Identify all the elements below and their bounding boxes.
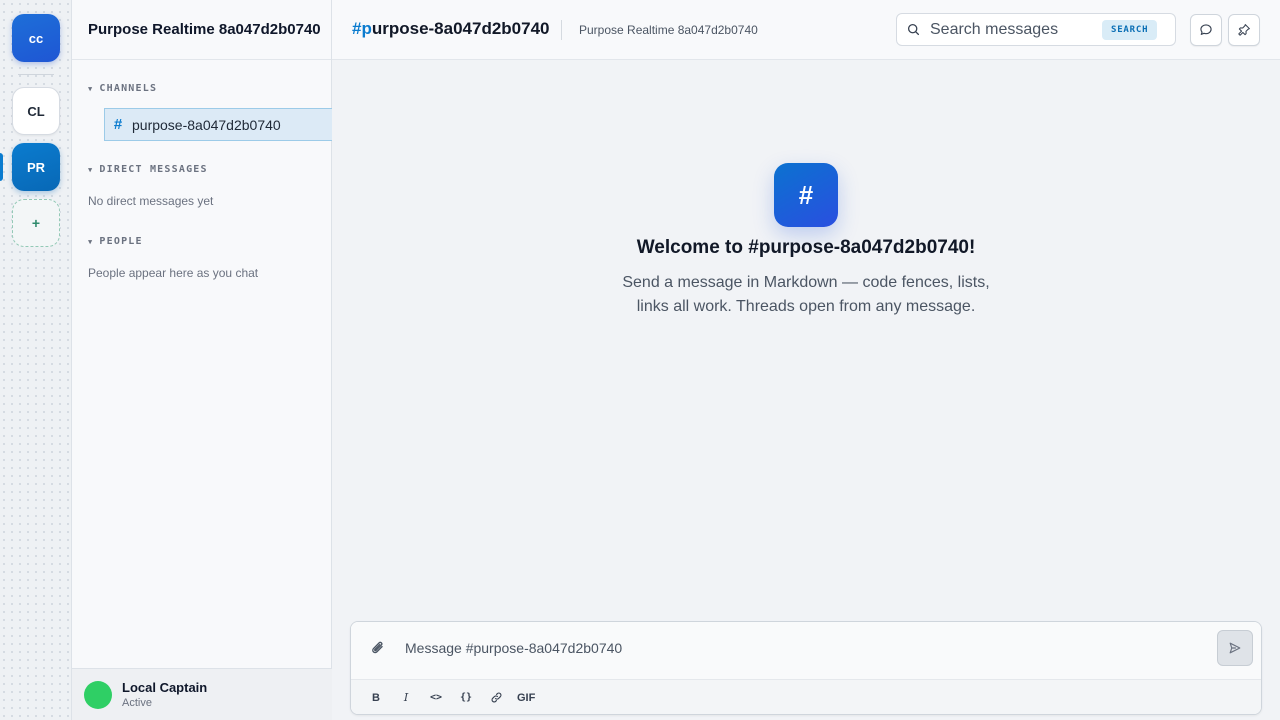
welcome-title: Welcome to #purpose-8a047d2b0740! xyxy=(636,237,976,258)
message-input[interactable] xyxy=(405,640,1185,656)
message-bubble-icon xyxy=(1200,24,1212,35)
channel-title-accent: #p xyxy=(352,19,372,38)
sidebar-item-channel[interactable]: # purpose-8a047d2b0740 xyxy=(104,108,332,141)
caret-down-icon: ▼ xyxy=(88,165,94,174)
people-header: PEOPLE xyxy=(99,236,143,247)
workspace-rail: cc CL PR + xyxy=(0,0,72,720)
link-button[interactable] xyxy=(483,687,509,709)
people-empty-text: People appear here as you chat xyxy=(88,266,259,280)
workspace-cl[interactable]: CL xyxy=(12,87,60,135)
search-box: SEARCH xyxy=(896,13,1176,46)
dm-header: DIRECT MESSAGES xyxy=(99,164,208,175)
pins-button[interactable] xyxy=(1228,14,1260,46)
channels-section-toggle[interactable]: ▼ CHANNELS xyxy=(88,83,157,94)
avatar xyxy=(84,680,112,709)
send-icon xyxy=(1229,642,1241,654)
inline-code-button[interactable]: <> xyxy=(423,687,449,709)
add-workspace-button[interactable]: + xyxy=(12,199,60,247)
active-workspace-indicator xyxy=(0,153,3,181)
search-icon xyxy=(907,23,920,36)
attach-button[interactable] xyxy=(369,639,387,662)
send-button[interactable] xyxy=(1217,630,1253,666)
channel-header: #purpose-8a047d2b0740 Purpose Realtime 8… xyxy=(332,0,1280,60)
channel-subtitle: Purpose Realtime 8a047d2b0740 xyxy=(579,23,758,37)
caret-down-icon: ▼ xyxy=(88,84,94,93)
search-button[interactable]: SEARCH xyxy=(1102,19,1158,40)
dm-empty-text: No direct messages yet xyxy=(88,194,214,208)
caret-down-icon: ▼ xyxy=(88,237,94,246)
channel-title-rest: urpose-8a047d2b0740 xyxy=(371,19,550,38)
user-status: Active xyxy=(122,697,152,709)
link-icon xyxy=(491,692,501,703)
pin-icon xyxy=(1238,24,1250,36)
message-composer: B I <> {} GIF xyxy=(350,621,1262,715)
threads-button[interactable] xyxy=(1190,14,1222,46)
channel-title: #purpose-8a047d2b0740 xyxy=(352,19,550,39)
header-divider xyxy=(561,20,562,40)
workspace-pr[interactable]: PR xyxy=(12,143,60,191)
channel-hash-icon: # xyxy=(774,163,838,227)
people-section-toggle[interactable]: ▼ PEOPLE xyxy=(88,236,143,247)
italic-button[interactable]: I xyxy=(393,687,419,709)
welcome-text: Send a message in Markdown — code fences… xyxy=(622,274,990,315)
dm-section-toggle[interactable]: ▼ DIRECT MESSAGES xyxy=(88,164,208,175)
workspace-cc[interactable]: cc xyxy=(12,14,60,62)
format-toolbar: B I <> {} GIF xyxy=(351,679,1261,714)
workspace-title[interactable]: Purpose Realtime 8a047d2b0740 xyxy=(88,21,321,38)
current-user[interactable]: Local Captain Active xyxy=(72,668,332,720)
hash-icon: # xyxy=(113,116,123,133)
channel-name: purpose-8a047d2b0740 xyxy=(132,116,281,133)
sidebar: Purpose Realtime 8a047d2b0740 ▼ CHANNELS… xyxy=(72,0,332,720)
search-input[interactable] xyxy=(930,20,1098,39)
sidebar-header: Purpose Realtime 8a047d2b0740 xyxy=(72,0,331,60)
paperclip-icon xyxy=(372,641,383,654)
gif-button[interactable]: GIF xyxy=(513,687,539,709)
channels-header: CHANNELS xyxy=(99,83,158,94)
code-block-button[interactable]: {} xyxy=(453,687,479,709)
user-name: Local Captain xyxy=(122,680,208,695)
rail-divider xyxy=(18,74,54,75)
bold-button[interactable]: B xyxy=(363,687,389,709)
